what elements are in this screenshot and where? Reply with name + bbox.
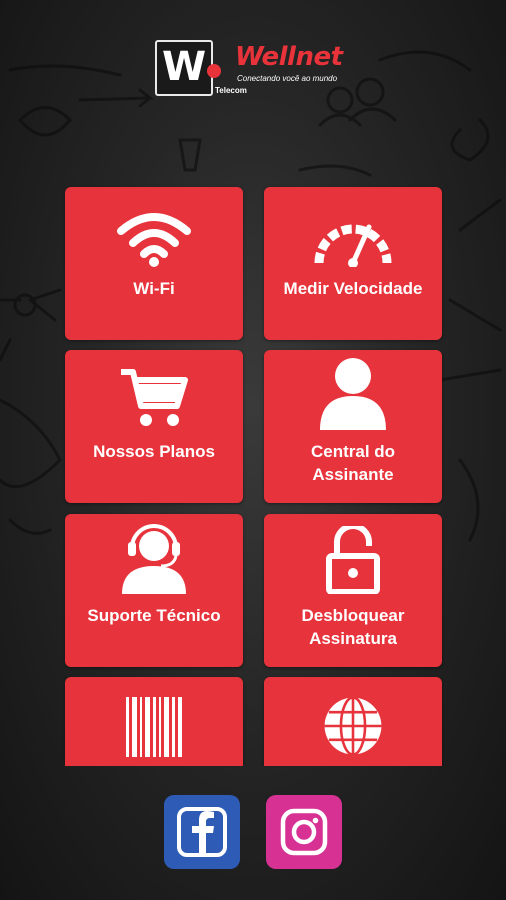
support-tile[interactable]: Suporte Técnico (65, 514, 243, 667)
barcode-icon (126, 697, 182, 757)
speed-test-label: Medir Velocidade (283, 279, 423, 298)
website-tile[interactable] (264, 677, 442, 766)
unlock-icon (326, 526, 380, 594)
wifi-icon (117, 213, 191, 267)
brand-subtitle: Telecom (215, 86, 247, 95)
instagram-button[interactable] (266, 795, 342, 869)
second-copy-invoice-tile[interactable] (65, 677, 243, 766)
wifi-label: Wi-Fi (133, 279, 175, 298)
wellnet-logo: W Wellnet Conectando você ao mundo Telec… (155, 38, 355, 98)
plans-label: Nossos Planos (93, 442, 215, 461)
subscriber-center-tile[interactable]: Central do Assinante (264, 350, 442, 503)
user-icon (320, 358, 386, 430)
brand-tagline: Conectando você ao mundo (237, 74, 338, 83)
unlock-subscription-tile[interactable]: Desbloquear Assinatura (264, 514, 442, 667)
facebook-button[interactable] (164, 795, 240, 869)
menu-grid[interactable]: Wi-Fi Medir Velocidade Nossos Planos Cen… (0, 180, 506, 766)
instagram-icon (280, 808, 328, 856)
speed-test-tile[interactable]: Medir Velocidade (264, 187, 442, 340)
facebook-icon (177, 807, 227, 857)
logo-signal-dot (207, 64, 221, 78)
wifi-tile[interactable]: Wi-Fi (65, 187, 243, 340)
speedometer-icon (314, 224, 392, 267)
shopping-cart-icon (121, 369, 188, 426)
support-label: Suporte Técnico (87, 606, 221, 625)
unlock-subscription-label: Desbloquear Assinatura (301, 606, 405, 648)
plans-tile[interactable]: Nossos Planos (65, 350, 243, 503)
logo-mark: W (155, 40, 213, 96)
subscriber-center-label: Central do Assinante (310, 442, 396, 484)
brand-name: Wellnet (235, 42, 343, 72)
headset-support-icon (122, 524, 186, 594)
globe-icon (324, 696, 382, 756)
